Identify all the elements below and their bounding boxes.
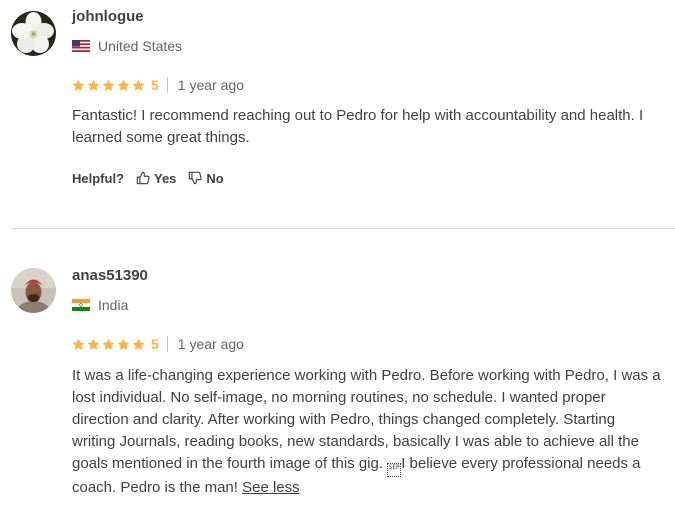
avatar[interactable] bbox=[11, 268, 56, 313]
review-text: It was a life-changing experience workin… bbox=[72, 365, 662, 499]
thumbs-down-icon bbox=[189, 171, 203, 185]
us-flag-icon bbox=[72, 40, 90, 52]
helpful-label: Helpful? bbox=[72, 170, 124, 186]
rating-value: 5 bbox=[151, 77, 159, 93]
separator-glyph: SEP bbox=[387, 463, 402, 477]
star-icon bbox=[87, 338, 100, 350]
india-flag-icon bbox=[72, 299, 90, 311]
review-time: 1 year ago bbox=[177, 336, 244, 352]
rating-value: 5 bbox=[151, 336, 159, 352]
star-icon bbox=[132, 79, 145, 91]
country-name: India bbox=[98, 297, 129, 313]
country-row: United States bbox=[72, 38, 182, 54]
star-icon bbox=[102, 79, 115, 91]
review-text: Fantastic! I recommend reaching out to P… bbox=[72, 107, 644, 146]
review-divider bbox=[11, 228, 675, 229]
helpful-row: Helpful? Yes No bbox=[72, 169, 224, 187]
username[interactable]: anas51390 bbox=[72, 267, 148, 285]
review-time: 1 year ago bbox=[177, 77, 244, 93]
username[interactable]: johnlogue bbox=[72, 8, 144, 26]
star-icon bbox=[102, 338, 115, 350]
helpful-no-label: No bbox=[206, 170, 224, 186]
see-less-link[interactable]: See less bbox=[242, 479, 300, 496]
person-avatar-image bbox=[11, 268, 56, 313]
helpful-no-button[interactable]: No bbox=[188, 170, 224, 186]
helpful-yes-label: Yes bbox=[154, 170, 177, 186]
avatar[interactable] bbox=[11, 11, 56, 56]
star-icon bbox=[132, 338, 145, 350]
rating-divider bbox=[166, 336, 168, 352]
helpful-yes-button[interactable]: Yes bbox=[136, 171, 176, 186]
thumbs-up-icon bbox=[136, 171, 150, 185]
country-name: United States bbox=[98, 38, 183, 54]
star-icon bbox=[72, 79, 85, 91]
star-icon bbox=[117, 79, 130, 91]
rating-row: 5 1 year ago bbox=[72, 77, 244, 93]
star-icon bbox=[87, 79, 100, 91]
flower-avatar-image bbox=[11, 11, 56, 56]
rating-row: 5 1 year ago bbox=[72, 336, 244, 352]
star-icon bbox=[72, 338, 85, 350]
rating-divider bbox=[166, 77, 168, 93]
country-row: India bbox=[72, 297, 128, 313]
star-icon bbox=[117, 338, 130, 350]
